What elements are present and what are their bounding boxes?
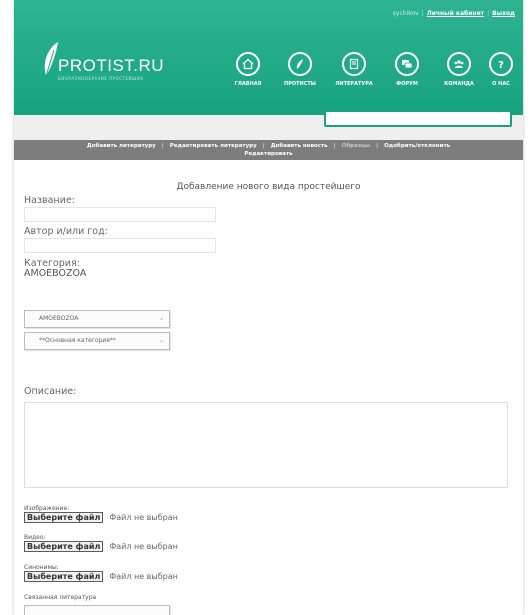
related-literature-select[interactable] [24, 605, 170, 615]
nav-home[interactable]: ГЛАВНАЯ [226, 52, 270, 87]
author-label: Автор и/или год: [24, 226, 108, 237]
synonyms-file-row: Выберите файл Файл не выбран [24, 571, 178, 582]
category-value: AMOEBOZOA [24, 268, 87, 279]
description-textarea[interactable] [24, 402, 508, 488]
submenu-add-news[interactable]: Добавить новость [271, 143, 328, 149]
nav-team[interactable]: КОМАНДА [437, 52, 481, 87]
logo-text: PROTIST.RU [58, 56, 165, 75]
video-file-row: Выберите файл Файл не выбран [24, 541, 178, 552]
nav-about[interactable]: ? О НАС [479, 52, 523, 87]
leaf-logo-icon [44, 42, 58, 77]
nav-literature[interactable]: ЛИТЕРАТУРА [332, 52, 376, 87]
description-label: Описание: [24, 386, 77, 397]
admin-submenu: Добавить литературу | Редактировать литера… [14, 140, 523, 160]
subcategory-select-value: **Основная категория** [39, 337, 116, 344]
username: sychikov [392, 10, 419, 17]
submenu-edit[interactable]: Редактировать [244, 151, 292, 157]
cabinet-link[interactable]: Личный кабинет [427, 10, 484, 17]
synonyms-label: Синонимы: [24, 564, 59, 571]
image-file-row: Выберите файл Файл не выбран [24, 512, 178, 523]
home-icon [242, 58, 254, 70]
site-header: sychikov | Личный кабинет | Выход PROTIST.RU… [14, 0, 523, 115]
book-icon [349, 58, 359, 70]
submenu-add-literature[interactable]: Добавить литературу [87, 143, 156, 149]
search-input[interactable] [324, 110, 512, 127]
author-input[interactable] [24, 238, 216, 253]
leaf-icon [296, 59, 303, 69]
synonyms-file-button[interactable]: Выберите файл [24, 571, 104, 582]
add-species-form: Добавление нового вида простейшего Назва… [14, 160, 523, 615]
chat-icon [402, 60, 413, 69]
video-file-status: Файл не выбран [109, 542, 178, 551]
nav-label: ЛИТЕРАТУРА [335, 81, 373, 87]
svg-text:?: ? [498, 60, 504, 70]
name-label: Название: [24, 195, 75, 206]
category-select-value: AMOEBOZOA [39, 315, 79, 322]
image-label: Изображение: [24, 505, 70, 512]
nav-label: ГЛАВНАЯ [234, 81, 262, 87]
page-frame: sychikov | Личный кабинет | Выход PROTIST.RU… [14, 0, 523, 615]
nav-protists[interactable]: ПРОТИСТЫ [278, 52, 322, 87]
image-file-status: Файл не выбран [109, 513, 178, 522]
question-icon: ? [498, 60, 504, 70]
subcategory-select[interactable]: **Основная категория** ⌄ [24, 332, 170, 350]
synonyms-file-status: Файл не выбран [109, 572, 178, 581]
submenu-samples[interactable]: Образцы [342, 143, 370, 149]
video-file-button[interactable]: Выберите файл [24, 541, 104, 552]
form-title: Добавление нового вида простейшего [176, 182, 361, 192]
name-input[interactable] [24, 207, 216, 222]
team-icon [454, 60, 464, 68]
chevron-down-icon: ⌄ [158, 315, 164, 322]
nav-label: О НАС [492, 81, 510, 87]
nav-forum[interactable]: ФОРУМ [385, 52, 429, 87]
submenu-approve[interactable]: Одобрить/отклонить [384, 143, 450, 149]
image-file-button[interactable]: Выберите файл [24, 512, 104, 523]
related-literature-label: Связанная литература [24, 594, 97, 601]
user-links: sychikov | Личный кабинет | Выход [392, 10, 515, 17]
category-select[interactable]: AMOEBOZOA ⌄ [24, 310, 170, 328]
nav-label: ФОРУМ [396, 81, 418, 87]
video-label: Видео: [24, 534, 46, 541]
logo-tagline: БИОРАЗНООБРАЗИЕ ПРОСТЕЙШИХ [58, 76, 144, 81]
chevron-down-icon: ⌄ [158, 337, 164, 344]
nav-label: ПРОТИСТЫ [284, 81, 316, 87]
nav-label: КОМАНДА [444, 81, 474, 87]
logout-link[interactable]: Выход [492, 10, 515, 17]
submenu-edit-literature[interactable]: Редактировать литературу [170, 143, 257, 149]
